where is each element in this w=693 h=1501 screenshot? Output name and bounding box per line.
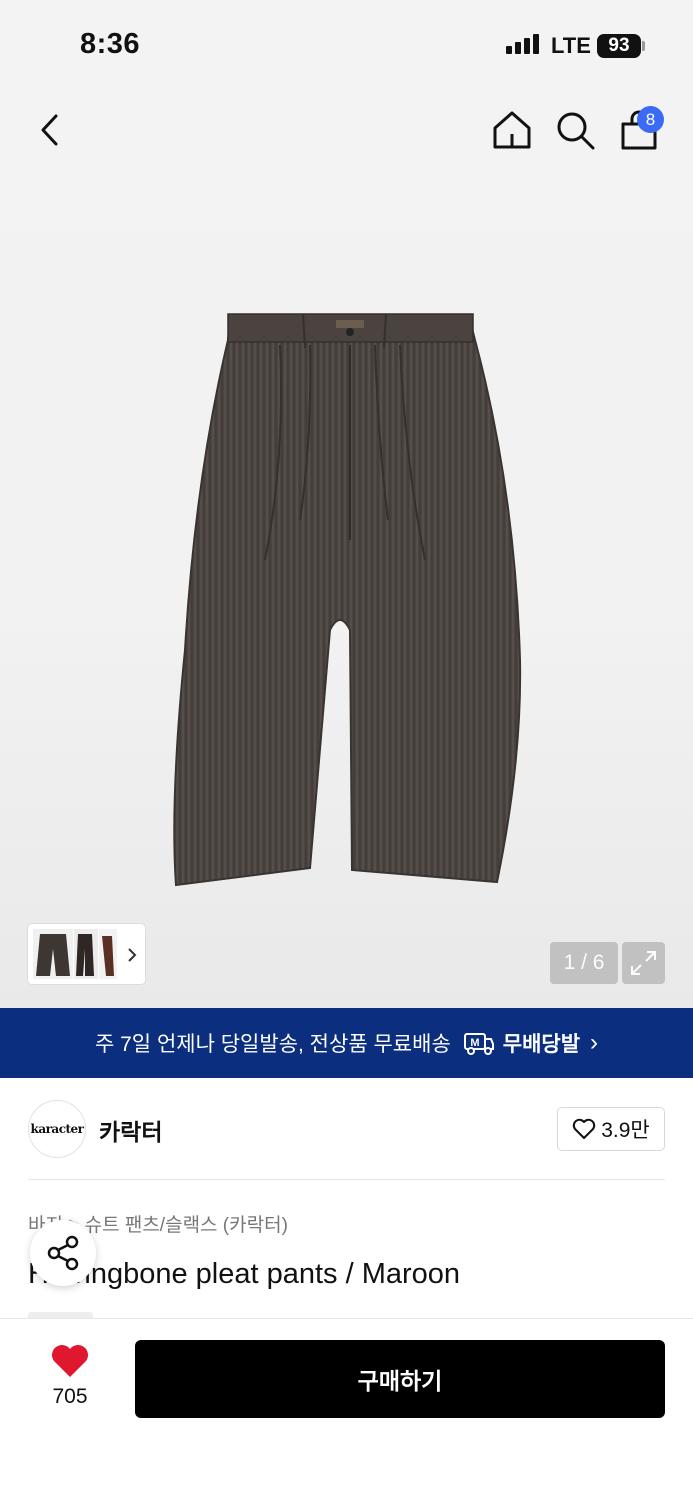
brand-like-button[interactable]: 3.9만 [557, 1107, 665, 1151]
divider [28, 1179, 665, 1180]
chevron-right-icon: › [590, 1029, 599, 1056]
brand-like-count: 3.9만 [601, 1119, 650, 1142]
status-time: 8:36 [80, 28, 141, 60]
brand-logo[interactable]: karacter [28, 1100, 86, 1158]
heart-outline-icon [573, 1118, 596, 1139]
network-label: LTE [551, 33, 591, 58]
home-icon[interactable] [490, 108, 534, 152]
chevron-right-icon[interactable] [123, 944, 141, 966]
battery-icon: 93 [597, 34, 641, 58]
svg-text:M: M [470, 1037, 479, 1049]
share-icon [47, 1235, 79, 1271]
image-counter: 1 / 6 [550, 942, 618, 984]
delivery-banner[interactable]: 주 7일 언제나 당일발송, 전상품 무료배송 M 무배당발 › [0, 1008, 693, 1078]
buy-button[interactable]: 구매하기 [135, 1340, 665, 1418]
signal-icon [506, 34, 539, 54]
expand-icon [631, 951, 656, 975]
search-icon[interactable] [553, 108, 597, 152]
like-count: 705 [52, 1385, 88, 1408]
share-button[interactable] [30, 1220, 96, 1286]
cart-badge: 8 [637, 106, 664, 133]
product-image[interactable] [170, 300, 530, 900]
banner-brand: 무배당발 [502, 1033, 581, 1056]
banner-text: 주 7일 언제나 당일발송, 전상품 무료배송 [94, 1033, 451, 1056]
expand-button[interactable] [622, 942, 665, 984]
heart-filled-icon[interactable] [50, 1343, 90, 1379]
delivery-truck-icon: M [463, 1033, 494, 1055]
brand-name[interactable]: 카락터 [99, 1113, 162, 1147]
back-icon[interactable] [28, 108, 72, 152]
battery-tip [642, 41, 645, 51]
